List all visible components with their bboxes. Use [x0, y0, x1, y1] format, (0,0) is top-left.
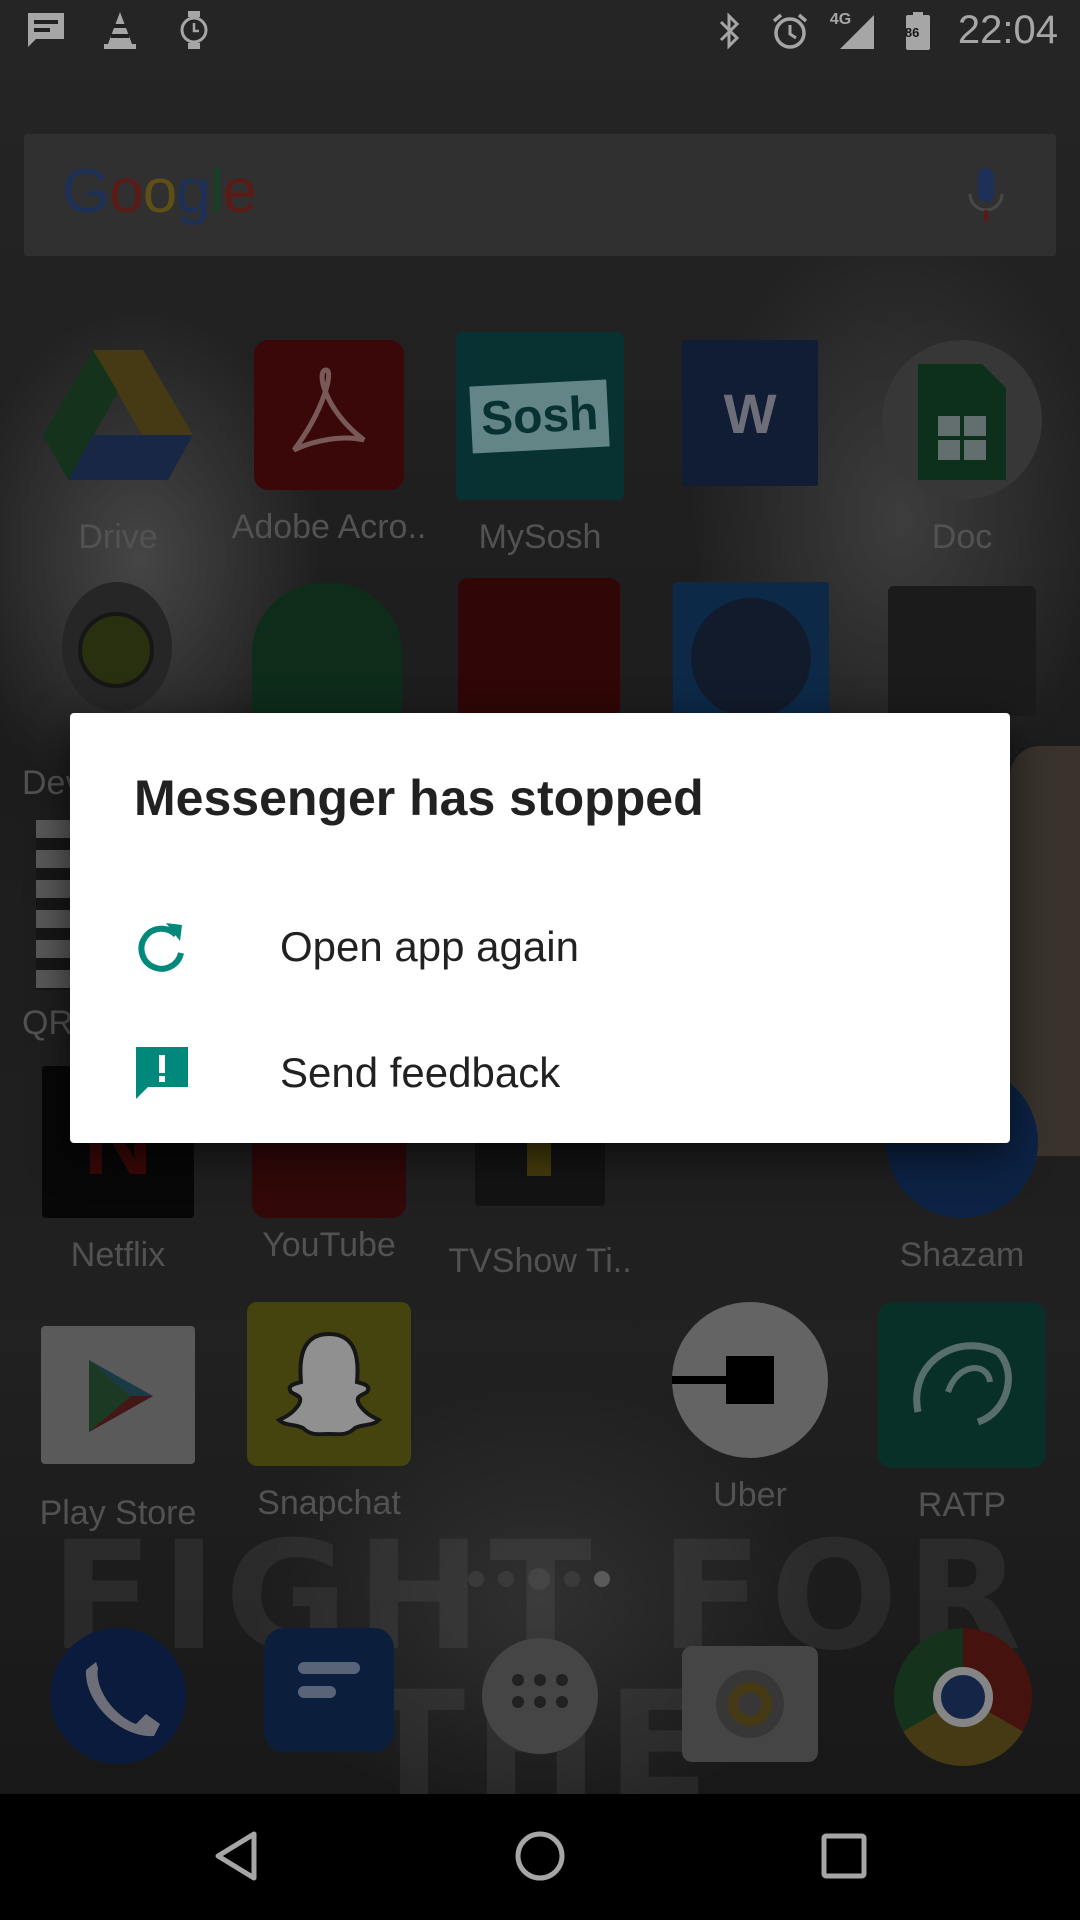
refresh-icon: [134, 919, 190, 975]
option-label: Open app again: [280, 923, 579, 970]
feedback-icon: [134, 1045, 190, 1101]
open-app-again-option[interactable]: Open app again: [70, 887, 1010, 1007]
send-feedback-option[interactable]: Send feedback: [70, 1013, 1010, 1133]
option-label: Send feedback: [280, 1049, 561, 1096]
app-stopped-dialog: Messenger has stopped Open app again Sen…: [70, 713, 1010, 1143]
dialog-title: Messenger has stopped: [134, 770, 704, 826]
